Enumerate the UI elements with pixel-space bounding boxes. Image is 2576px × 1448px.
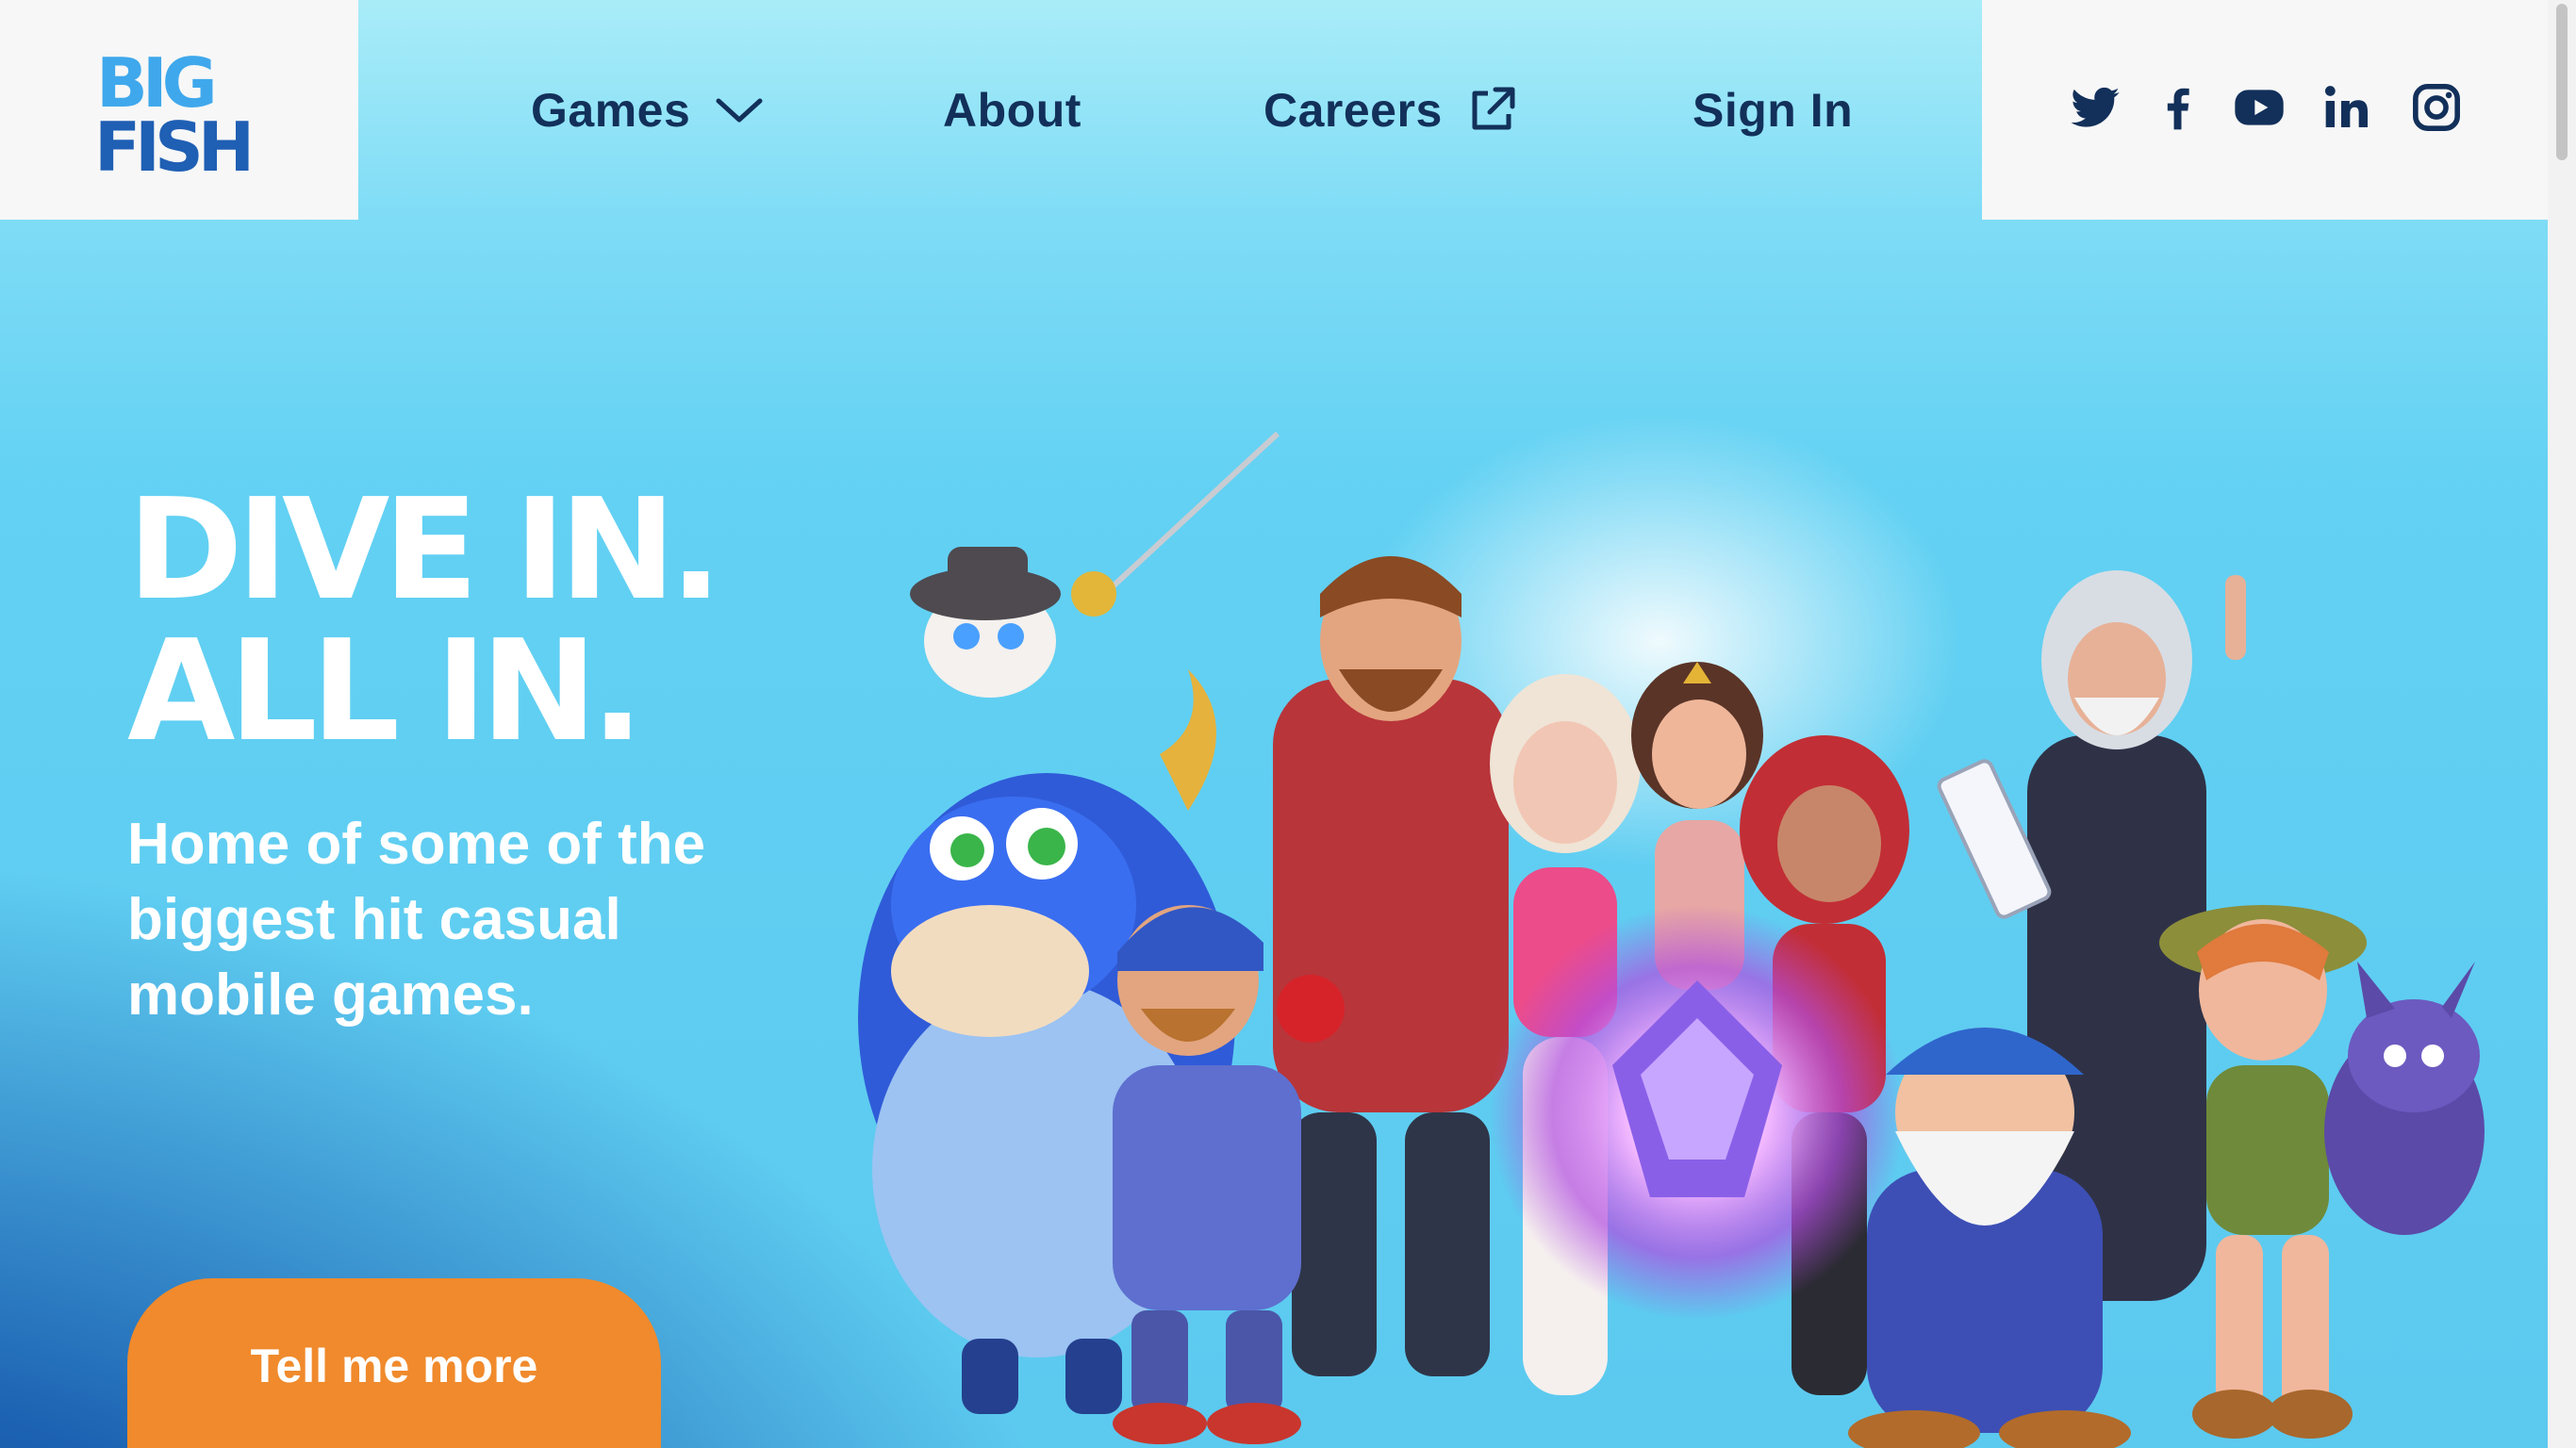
logo-link[interactable]: BIG FISH: [0, 0, 358, 220]
svg-text:FISH: FISH: [94, 107, 249, 176]
purple-pet-creature: [2324, 962, 2485, 1235]
scrollbar[interactable]: [2548, 0, 2576, 1448]
nav-sign-in[interactable]: Sign In: [1693, 0, 1853, 220]
headline-line-2: ALL IN.: [127, 610, 644, 772]
scrollbar-thumb[interactable]: [2556, 4, 2568, 160]
twitter-icon[interactable]: [2069, 81, 2122, 134]
page: BIG FISH Games About Careers Sign In DIV…: [0, 0, 2548, 1448]
hero-subheading: Home of some of the biggest hit casual m…: [127, 812, 706, 1028]
linkedin-icon[interactable]: [2321, 81, 2374, 134]
facebook-icon[interactable]: [2152, 81, 2204, 134]
cat-musketeer: [910, 431, 1280, 698]
nav-games-label: Games: [531, 83, 691, 137]
nav-sign-in-label: Sign In: [1693, 83, 1854, 137]
nav-about-label: About: [943, 83, 1082, 137]
big-fish-logo: BIG FISH: [94, 44, 255, 176]
hero-headline: DIVE IN. ALL IN.: [127, 469, 722, 772]
nav-about[interactable]: About: [943, 0, 1082, 220]
nav-careers[interactable]: Careers: [1263, 0, 1516, 220]
nav-careers-label: Careers: [1263, 83, 1443, 137]
headline-line-1: DIVE IN.: [127, 469, 722, 631]
tell-me-more-button[interactable]: Tell me more: [127, 1278, 661, 1448]
instagram-icon[interactable]: [2410, 81, 2463, 134]
game-characters-illustration: [858, 415, 2485, 1448]
external-link-icon: [1472, 87, 1515, 129]
youtube-icon[interactable]: [2233, 81, 2286, 134]
chevron-down-icon: [716, 98, 763, 122]
nav-games[interactable]: Games: [531, 0, 764, 220]
main-nav: Games About Careers Sign In: [358, 0, 1982, 220]
magic-crystal: [1490, 905, 1905, 1320]
social-links: [1982, 0, 2548, 220]
